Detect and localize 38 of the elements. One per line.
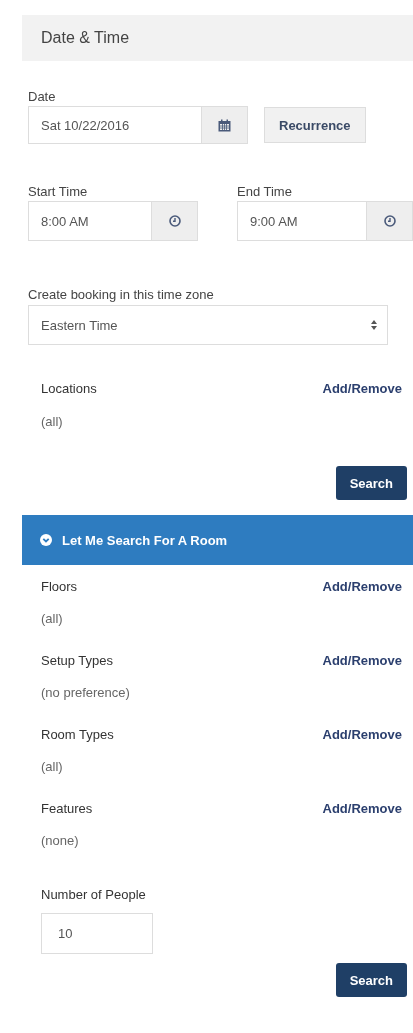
clock-icon: [383, 215, 396, 227]
clock-button[interactable]: [152, 201, 198, 241]
search-button[interactable]: Search: [335, 963, 407, 997]
field-label: Start Time: [28, 184, 89, 199]
field-label: Locations: [41, 381, 97, 396]
clock-button[interactable]: [367, 201, 413, 241]
add-remove-link[interactable]: Add/Remove: [322, 727, 402, 742]
add-remove-link[interactable]: Add/Remove: [322, 381, 402, 396]
clock-icon: [168, 215, 181, 227]
field-value: (none): [41, 833, 79, 848]
field-value: (all): [41, 414, 63, 429]
updown-caret-icon: [371, 320, 377, 330]
section-header[interactable]: Let Me Search For A Room: [22, 515, 413, 565]
calendar-button[interactable]: [202, 106, 248, 144]
field-label: Date: [28, 89, 57, 104]
panel-title: Date & Time: [41, 29, 130, 47]
field-label: Room Types: [41, 727, 114, 742]
field-label: End Time: [237, 184, 293, 199]
time-field[interactable]: 9:00 AM: [237, 201, 367, 241]
field-value: (no preference): [41, 685, 130, 700]
calendar-icon: [218, 118, 231, 132]
time-zone-select[interactable]: Eastern Time: [28, 305, 388, 345]
field-label: Floors: [41, 579, 78, 594]
time-field[interactable]: 8:00 AM: [28, 201, 152, 241]
field-value: (all): [41, 759, 63, 774]
add-remove-link[interactable]: Add/Remove: [322, 653, 402, 668]
date-field[interactable]: Sat 10/22/2016: [28, 106, 202, 144]
recurrence-button[interactable]: Recurrence: [264, 107, 366, 143]
add-remove-link[interactable]: Add/Remove: [322, 801, 402, 816]
field-label: Features: [41, 801, 93, 816]
search-button[interactable]: Search: [335, 466, 407, 500]
field-label: Create booking in this time zone: [28, 287, 215, 302]
people-field[interactable]: 10: [41, 913, 153, 954]
section-title: Let Me Search For A Room: [62, 532, 228, 548]
field-label: Setup Types: [41, 653, 114, 668]
field-value: (all): [41, 611, 63, 626]
add-remove-link[interactable]: Add/Remove: [322, 579, 402, 594]
field-label: Number of People: [41, 887, 146, 902]
